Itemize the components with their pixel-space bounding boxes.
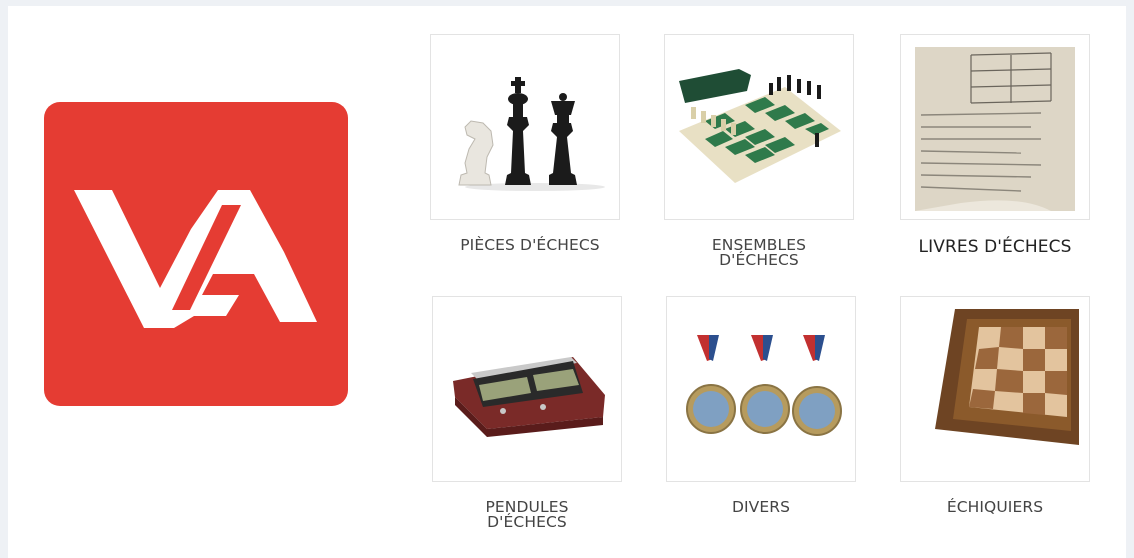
chess-pieces-icon: [458, 77, 605, 191]
category-label-line: PIÈCES D'ÉCHECS: [460, 236, 600, 254]
category-label-ensembles[interactable]: ENSEMBLES D'ÉCHECS: [649, 237, 869, 269]
page: PIÈCES D'ÉCHECS ENSEMBLES D'ÉCHECS LIVRE…: [8, 6, 1126, 558]
category-label-pendules[interactable]: PENDULES D'ÉCHECS: [417, 499, 637, 531]
chess-book-icon: [915, 47, 1075, 211]
category-label-line: LIVRES D'ÉCHECS: [918, 237, 1072, 257]
category-tile-pendules[interactable]: [432, 296, 622, 482]
category-label-line: D'ÉCHECS: [487, 513, 567, 531]
category-label-line: ÉCHIQUIERS: [946, 498, 1044, 516]
chess-set-icon: [679, 69, 841, 183]
category-label-line: D'ÉCHECS: [719, 251, 799, 269]
category-tile-divers[interactable]: [666, 296, 856, 482]
category-tile-pieces[interactable]: [430, 34, 620, 220]
category-label-livres[interactable]: LIVRES D'ÉCHECS: [885, 237, 1105, 257]
category-label-divers[interactable]: DIVERS: [651, 498, 871, 516]
va-logo-icon: [74, 190, 317, 328]
category-label-line: DIVERS: [731, 498, 791, 516]
category-tile-livres[interactable]: [900, 34, 1090, 220]
va-logo[interactable]: [44, 102, 348, 406]
category-tile-ensembles[interactable]: [664, 34, 854, 220]
category-label-echiquiers[interactable]: ÉCHIQUIERS: [885, 498, 1105, 516]
category-tile-echiquiers[interactable]: [900, 296, 1090, 482]
chessboard-icon: [935, 309, 1079, 445]
chess-clock-icon: [453, 357, 605, 437]
category-label-pieces[interactable]: PIÈCES D'ÉCHECS: [420, 236, 640, 254]
medals-icon: [686, 335, 842, 436]
